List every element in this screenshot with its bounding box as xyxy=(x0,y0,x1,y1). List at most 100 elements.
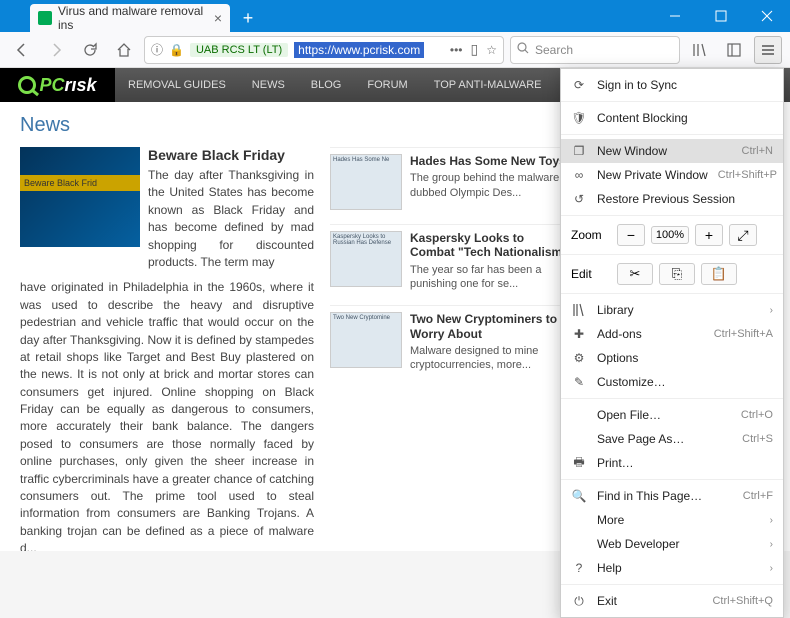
logo-text: PCrısk xyxy=(39,75,96,96)
browser-tab[interactable]: Virus and malware removal ins × xyxy=(30,4,230,32)
menu-new-window[interactable]: ❐ New Window Ctrl+N xyxy=(561,139,783,163)
article-body: have originated in Philadelphia in the 1… xyxy=(20,279,314,551)
reader-mode-icon[interactable]: ▯ xyxy=(471,41,479,58)
back-button[interactable] xyxy=(8,36,36,64)
fullscreen-button[interactable]: ⤢ xyxy=(729,224,757,246)
paint-icon: ✎ xyxy=(571,374,587,390)
site-identity: UAB RCS LT (LT) xyxy=(190,43,288,57)
url-bar[interactable]: ⓘ 🔒 UAB RCS LT (LT) https://www.pcrisk.c… xyxy=(144,36,504,64)
menu-exit[interactable]: ⏻ Exit Ctrl+Shift+Q xyxy=(561,589,783,613)
forward-button[interactable] xyxy=(42,36,70,64)
mini-article: Hades Has Some Ne Hades Has Some New Toy… xyxy=(330,147,570,210)
mini-thumb[interactable]: Hades Has Some Ne xyxy=(330,154,402,210)
lead-thumb[interactable]: Beware Black Frid xyxy=(20,147,140,247)
menu-save-page[interactable]: Save Page As… Ctrl+S xyxy=(561,427,783,451)
zoom-value[interactable]: 100% xyxy=(651,226,689,244)
favicon xyxy=(38,11,52,25)
mini-title[interactable]: Two New Cryptominers to Worry About xyxy=(410,312,570,341)
menu-find[interactable]: 🔍 Find in This Page… Ctrl+F xyxy=(561,484,783,508)
tab-strip: Virus and malware removal ins × + xyxy=(30,0,262,32)
close-tab-icon[interactable]: × xyxy=(214,10,222,26)
url-actions: ••• ▯ ☆ xyxy=(450,41,497,58)
info-icon[interactable]: ⓘ xyxy=(151,41,163,58)
help-icon: ? xyxy=(571,560,587,576)
minimize-button[interactable] xyxy=(652,0,698,32)
menu-library[interactable]: Library › xyxy=(561,298,783,322)
home-button[interactable] xyxy=(110,36,138,64)
menu-restore-session[interactable]: ↺ Restore Previous Session xyxy=(561,187,783,211)
magnifier-icon xyxy=(18,76,36,94)
mini-title[interactable]: Hades Has Some New Toys xyxy=(410,154,570,168)
mask-icon: ∞ xyxy=(571,167,587,183)
menu-help[interactable]: ? Help › xyxy=(561,556,783,580)
nav-item[interactable]: BLOG xyxy=(298,68,355,102)
zoom-label: Zoom xyxy=(571,228,611,242)
menu-zoom-row: Zoom − 100% + ⤢ xyxy=(561,220,783,250)
search-icon xyxy=(517,42,529,57)
mini-thumb[interactable]: Two New Cryptomine xyxy=(330,312,402,368)
menu-customize[interactable]: ✎ Customize… xyxy=(561,370,783,394)
library-button[interactable] xyxy=(686,36,714,64)
menu-edit-row: Edit ✂ ⎘ 📋 xyxy=(561,259,783,289)
menu-content-blocking[interactable]: 🛡 Content Blocking xyxy=(561,106,783,130)
chevron-right-icon: › xyxy=(770,305,773,316)
article-title[interactable]: Beware Black Friday xyxy=(148,147,314,163)
app-menu-panel: ⟳ Sign in to Sync 🛡 Content Blocking ❐ N… xyxy=(560,68,784,618)
article-intro: The day after Thanksgiving in the United… xyxy=(148,167,314,271)
chevron-right-icon: › xyxy=(770,515,773,526)
sidebar-button[interactable] xyxy=(720,36,748,64)
search-bar[interactable]: Search xyxy=(510,36,680,64)
mini-text: The group behind the malware dubbed Olym… xyxy=(410,171,570,200)
tab-title: Virus and malware removal ins xyxy=(58,4,214,32)
nav-item[interactable]: NEWS xyxy=(239,68,298,102)
menu-web-developer[interactable]: Web Developer › xyxy=(561,532,783,556)
page-action-more-icon[interactable]: ••• xyxy=(450,43,463,57)
hamburger-menu-button[interactable] xyxy=(754,36,782,64)
library-icon xyxy=(571,302,587,318)
news-heading: News xyxy=(20,114,570,137)
cut-button[interactable]: ✂ xyxy=(617,263,653,285)
chevron-right-icon: › xyxy=(770,539,773,550)
menu-print[interactable]: 🖶 Print… xyxy=(561,451,783,475)
mini-text: Malware designed to mine cryptocurrencie… xyxy=(410,344,570,373)
copy-button[interactable]: ⎘ xyxy=(659,263,695,285)
sync-icon: ⟳ xyxy=(571,77,587,93)
power-icon: ⏻ xyxy=(571,593,587,609)
reload-button[interactable] xyxy=(76,36,104,64)
menu-sign-in[interactable]: ⟳ Sign in to Sync xyxy=(561,73,783,97)
window-controls xyxy=(652,0,790,32)
nav-item[interactable]: REMOVAL GUIDES xyxy=(115,68,239,102)
window-icon: ❐ xyxy=(571,143,587,159)
mini-article: Kaspersky Looks to Russian Has Defense K… xyxy=(330,224,570,291)
menu-new-private-window[interactable]: ∞ New Private Window Ctrl+Shift+P xyxy=(561,163,783,187)
lock-icon: 🔒 xyxy=(169,43,184,57)
zoom-in-button[interactable]: + xyxy=(695,224,723,246)
mini-title[interactable]: Kaspersky Looks to Combat "Tech National… xyxy=(410,231,570,260)
nav-item[interactable]: FORUM xyxy=(354,68,420,102)
nav-item[interactable]: TOP ANTI-MALWARE xyxy=(421,68,555,102)
close-window-button[interactable] xyxy=(744,0,790,32)
lead-article: Beware Black Frid Beware Black Friday Th… xyxy=(20,147,314,271)
new-tab-button[interactable]: + xyxy=(234,4,262,32)
puzzle-icon: ✚ xyxy=(571,326,587,342)
maximize-button[interactable] xyxy=(698,0,744,32)
menu-options[interactable]: ⚙ Options xyxy=(561,346,783,370)
titlebar: Virus and malware removal ins × + xyxy=(0,0,790,32)
menu-addons[interactable]: ✚ Add-ons Ctrl+Shift+A xyxy=(561,322,783,346)
mini-text: The year so far has been a punishing one… xyxy=(410,263,570,292)
printer-icon: 🖶 xyxy=(571,455,587,471)
restore-icon: ↺ xyxy=(571,191,587,207)
site-logo[interactable]: PCrısk xyxy=(0,68,115,102)
menu-open-file[interactable]: Open File… Ctrl+O xyxy=(561,403,783,427)
mini-thumb[interactable]: Kaspersky Looks to Russian Has Defense xyxy=(330,231,402,287)
url-text: https://www.pcrisk.com xyxy=(294,42,424,58)
zoom-out-button[interactable]: − xyxy=(617,224,645,246)
bookmark-star-icon[interactable]: ☆ xyxy=(486,43,497,57)
search-placeholder: Search xyxy=(535,43,573,57)
gear-icon: ⚙ xyxy=(571,350,587,366)
paste-button[interactable]: 📋 xyxy=(701,263,737,285)
edit-label: Edit xyxy=(571,267,611,281)
mini-article-list: Hades Has Some Ne Hades Has Some New Toy… xyxy=(330,147,570,551)
shield-icon: 🛡 xyxy=(571,110,587,126)
menu-more[interactable]: More › xyxy=(561,508,783,532)
